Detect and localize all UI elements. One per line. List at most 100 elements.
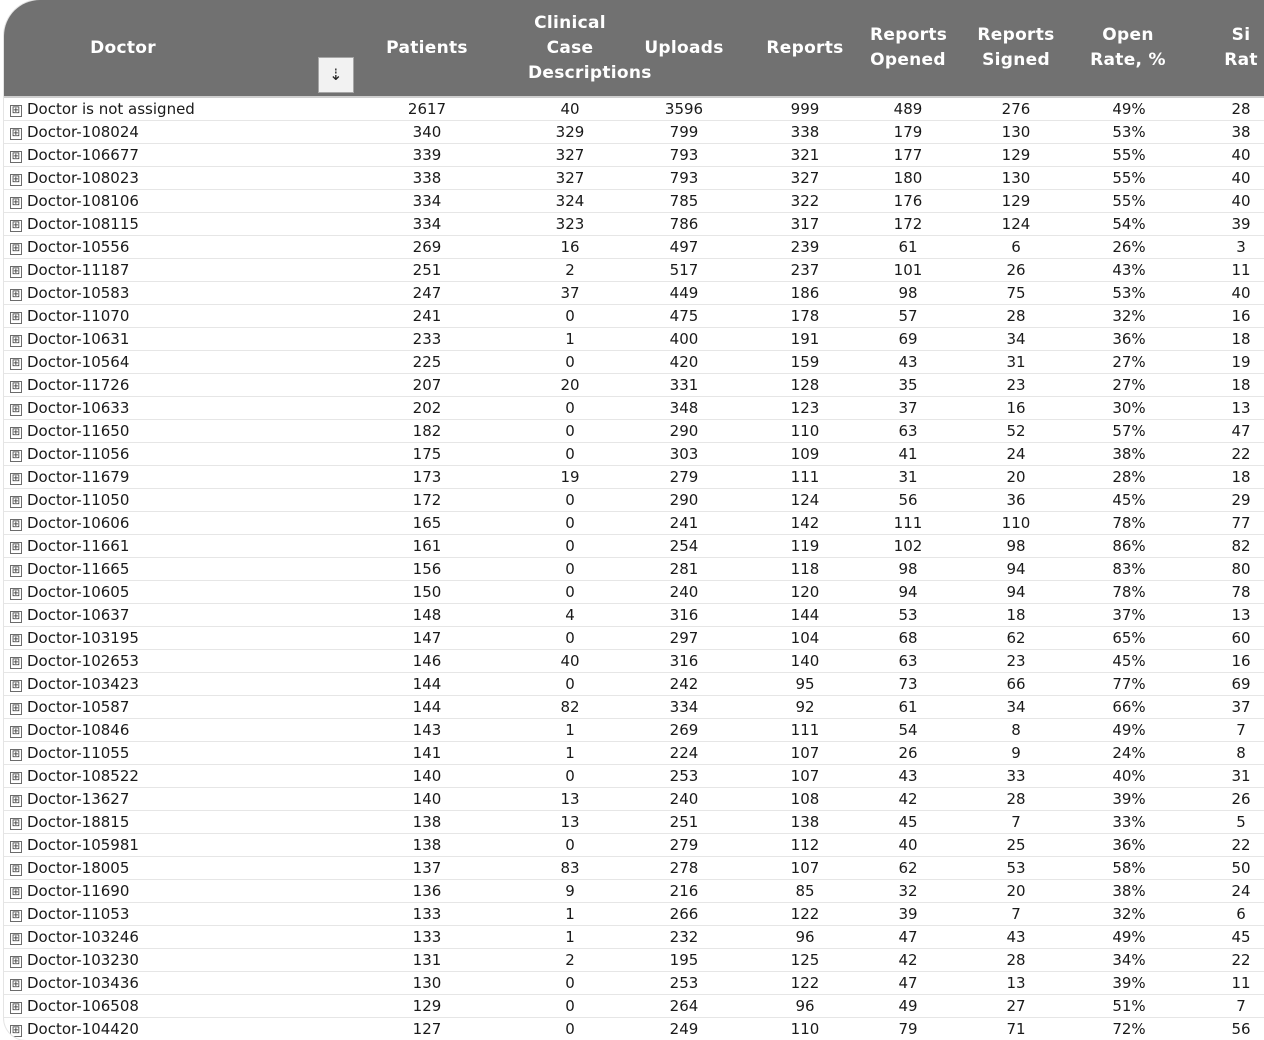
- expand-icon[interactable]: ⊞: [10, 542, 22, 554]
- expand-icon[interactable]: ⊞: [10, 358, 22, 370]
- expand-icon[interactable]: ⊞: [10, 933, 22, 945]
- table-row[interactable]: ⊞ Doctor-10631 233 1 400 191 69 34 36% 18: [4, 327, 1264, 351]
- table-row[interactable]: ⊞ Doctor-108023 338 327 793 327 180 130 55% 40: [4, 166, 1264, 190]
- table-row[interactable]: ⊞ Doctor-106508 129 0 264 96 49 27 51% 7: [4, 994, 1264, 1018]
- doctor-name[interactable]: Doctor-10605: [27, 583, 129, 601]
- table-row[interactable]: ⊞ Doctor-11055 141 1 224 107 26 9 24% 8: [4, 741, 1264, 765]
- doctor-name[interactable]: Doctor-103230: [27, 951, 139, 969]
- expand-icon[interactable]: ⊞: [10, 1025, 22, 1037]
- doctor-name[interactable]: Doctor-103246: [27, 928, 139, 946]
- expand-icon[interactable]: ⊞: [10, 289, 22, 301]
- doctor-name[interactable]: Doctor-10556: [27, 238, 129, 256]
- doctor-name[interactable]: Doctor-11679: [27, 468, 129, 486]
- expand-icon[interactable]: ⊞: [10, 841, 22, 853]
- expand-icon[interactable]: ⊞: [10, 128, 22, 140]
- expand-icon[interactable]: ⊞: [10, 634, 22, 646]
- table-row[interactable]: ⊞ Doctor-10556 269 16 497 239 61 6 26% 3: [4, 235, 1264, 259]
- table-row[interactable]: ⊞ Doctor-11050 172 0 290 124 56 36 45% 29: [4, 488, 1264, 512]
- expand-icon[interactable]: ⊞: [10, 335, 22, 347]
- doctor-name[interactable]: Doctor-11726: [27, 376, 129, 394]
- header-clinical-case-descriptions[interactable]: Clinical Case Descriptions: [520, 0, 651, 97]
- expand-icon[interactable]: ⊞: [10, 910, 22, 922]
- doctor-name[interactable]: Doctor-108522: [27, 767, 139, 785]
- table-row[interactable]: ⊞ Doctor-11679 173 19 279 111 31 20 28% 18: [4, 465, 1264, 489]
- table-row[interactable]: ⊞ Doctor-18005 137 83 278 107 62 53 58% 50: [4, 856, 1264, 880]
- table-row[interactable]: ⊞ Doctor-10606 165 0 241 142 111 110 78% 77: [4, 511, 1264, 535]
- expand-icon[interactable]: ⊞: [10, 496, 22, 508]
- header-signed-rate[interactable]: Si Rat: [1178, 0, 1264, 97]
- expand-icon[interactable]: ⊞: [10, 197, 22, 209]
- expand-icon[interactable]: ⊞: [10, 266, 22, 278]
- table-row[interactable]: ⊞ Doctor-11053 133 1 266 122 39 7 32% 6: [4, 902, 1264, 926]
- doctor-name[interactable]: Doctor-108115: [27, 215, 139, 233]
- table-row[interactable]: ⊞ Doctor-103423 144 0 242 95 73 66 77% 69: [4, 672, 1264, 696]
- doctor-name[interactable]: Doctor-104420: [27, 1020, 139, 1038]
- doctor-name[interactable]: Doctor-11050: [27, 491, 129, 509]
- expand-icon[interactable]: ⊞: [10, 956, 22, 968]
- doctor-name[interactable]: Doctor-103436: [27, 974, 139, 992]
- table-row[interactable]: ⊞ Doctor-13627 140 13 240 108 42 28 39% 26: [4, 787, 1264, 811]
- table-row[interactable]: ⊞ Doctor-10564 225 0 420 159 43 31 27% 19: [4, 350, 1264, 374]
- expand-icon[interactable]: ⊞: [10, 979, 22, 991]
- table-row[interactable]: ⊞ Doctor-11650 182 0 290 110 63 52 57% 47: [4, 419, 1264, 443]
- expand-icon[interactable]: ⊞: [10, 588, 22, 600]
- doctor-name[interactable]: Doctor-10846: [27, 721, 129, 739]
- header-open-rate[interactable]: Open Rate, %: [1078, 0, 1178, 97]
- doctor-name[interactable]: Doctor-11055: [27, 744, 129, 762]
- expand-icon[interactable]: ⊞: [10, 795, 22, 807]
- table-row[interactable]: ⊞ Doctor-10587 144 82 334 92 61 34 66% 37: [4, 695, 1264, 719]
- sort-descending-icon[interactable]: ⇣: [318, 57, 354, 93]
- expand-icon[interactable]: ⊞: [10, 1002, 22, 1014]
- table-row[interactable]: ⊞ Doctor-18815 138 13 251 138 45 7 33% 5: [4, 810, 1264, 834]
- doctor-name[interactable]: Doctor-108023: [27, 169, 139, 187]
- expand-icon[interactable]: ⊞: [10, 105, 22, 117]
- doctor-name[interactable]: Doctor-11690: [27, 882, 129, 900]
- doctor-name[interactable]: Doctor-10637: [27, 606, 129, 624]
- doctor-name[interactable]: Doctor-13627: [27, 790, 129, 808]
- doctor-name[interactable]: Doctor-108024: [27, 123, 139, 141]
- header-doctor[interactable]: Doctor ⇣: [4, 0, 354, 97]
- header-reports-signed[interactable]: Reports Signed: [954, 0, 1078, 97]
- expand-icon[interactable]: ⊞: [10, 726, 22, 738]
- expand-icon[interactable]: ⊞: [10, 427, 22, 439]
- table-row[interactable]: ⊞ Doctor-108024 340 329 799 338 179 130 53% 38: [4, 120, 1264, 144]
- table-row[interactable]: ⊞ Doctor-10583 247 37 449 186 98 75 53% 40: [4, 281, 1264, 305]
- expand-icon[interactable]: ⊞: [10, 703, 22, 715]
- table-row[interactable]: ⊞ Doctor-108106 334 324 785 322 176 129 55% 40: [4, 189, 1264, 213]
- table-row[interactable]: ⊞ Doctor-105981 138 0 279 112 40 25 36% 22: [4, 833, 1264, 857]
- expand-icon[interactable]: ⊞: [10, 680, 22, 692]
- doctor-name[interactable]: Doctor-103423: [27, 675, 139, 693]
- table-row[interactable]: ⊞ Doctor-108115 334 323 786 317 172 124 54% 39: [4, 212, 1264, 236]
- expand-icon[interactable]: ⊞: [10, 243, 22, 255]
- doctor-name[interactable]: Doctor-10583: [27, 284, 129, 302]
- doctor-name[interactable]: Doctor-103195: [27, 629, 139, 647]
- table-row[interactable]: ⊞ Doctor-104420 127 0 249 110 79 71 72% 56: [4, 1017, 1264, 1040]
- expand-icon[interactable]: ⊞: [10, 473, 22, 485]
- doctor-name[interactable]: Doctor-18005: [27, 859, 129, 877]
- doctor-name[interactable]: Doctor-11650: [27, 422, 129, 440]
- table-row[interactable]: ⊞ Doctor-103246 133 1 232 96 47 43 49% 45: [4, 925, 1264, 949]
- header-reports-opened[interactable]: Reports Opened: [862, 0, 954, 97]
- doctor-name[interactable]: Doctor-102653: [27, 652, 139, 670]
- doctor-name[interactable]: Doctor-105981: [27, 836, 139, 854]
- expand-icon[interactable]: ⊞: [10, 657, 22, 669]
- expand-icon[interactable]: ⊞: [10, 772, 22, 784]
- table-row[interactable]: ⊞ Doctor-11661 161 0 254 119 102 98 86% 82: [4, 534, 1264, 558]
- doctor-name[interactable]: Doctor-10633: [27, 399, 129, 417]
- doctor-name[interactable]: Doctor-11070: [27, 307, 129, 325]
- header-patients[interactable]: Patients: [334, 0, 520, 97]
- doctor-name[interactable]: Doctor-11187: [27, 261, 129, 279]
- doctor-name[interactable]: Doctor-11661: [27, 537, 129, 555]
- table-row[interactable]: ⊞ Doctor-10846 143 1 269 111 54 8 49% 7: [4, 718, 1264, 742]
- doctor-name[interactable]: Doctor-10606: [27, 514, 129, 532]
- table-row[interactable]: ⊞ Doctor-10605 150 0 240 120 94 94 78% 78: [4, 580, 1264, 604]
- doctor-name[interactable]: Doctor-10564: [27, 353, 129, 371]
- table-row[interactable]: ⊞ Doctor-11665 156 0 281 118 98 94 83% 80: [4, 557, 1264, 581]
- table-row[interactable]: ⊞ Doctor-11690 136 9 216 85 32 20 38% 24: [4, 879, 1264, 903]
- table-row[interactable]: ⊞ Doctor-106677 339 327 793 321 177 129 55% 40: [4, 143, 1264, 167]
- table-row[interactable]: ⊞ Doctor-11726 207 20 331 128 35 23 27% 18: [4, 373, 1264, 397]
- doctor-name[interactable]: Doctor is not assigned: [27, 100, 195, 118]
- expand-icon[interactable]: ⊞: [10, 565, 22, 577]
- table-row[interactable]: ⊞ Doctor-11070 241 0 475 178 57 28 32% 16: [4, 304, 1264, 328]
- expand-icon[interactable]: ⊞: [10, 749, 22, 761]
